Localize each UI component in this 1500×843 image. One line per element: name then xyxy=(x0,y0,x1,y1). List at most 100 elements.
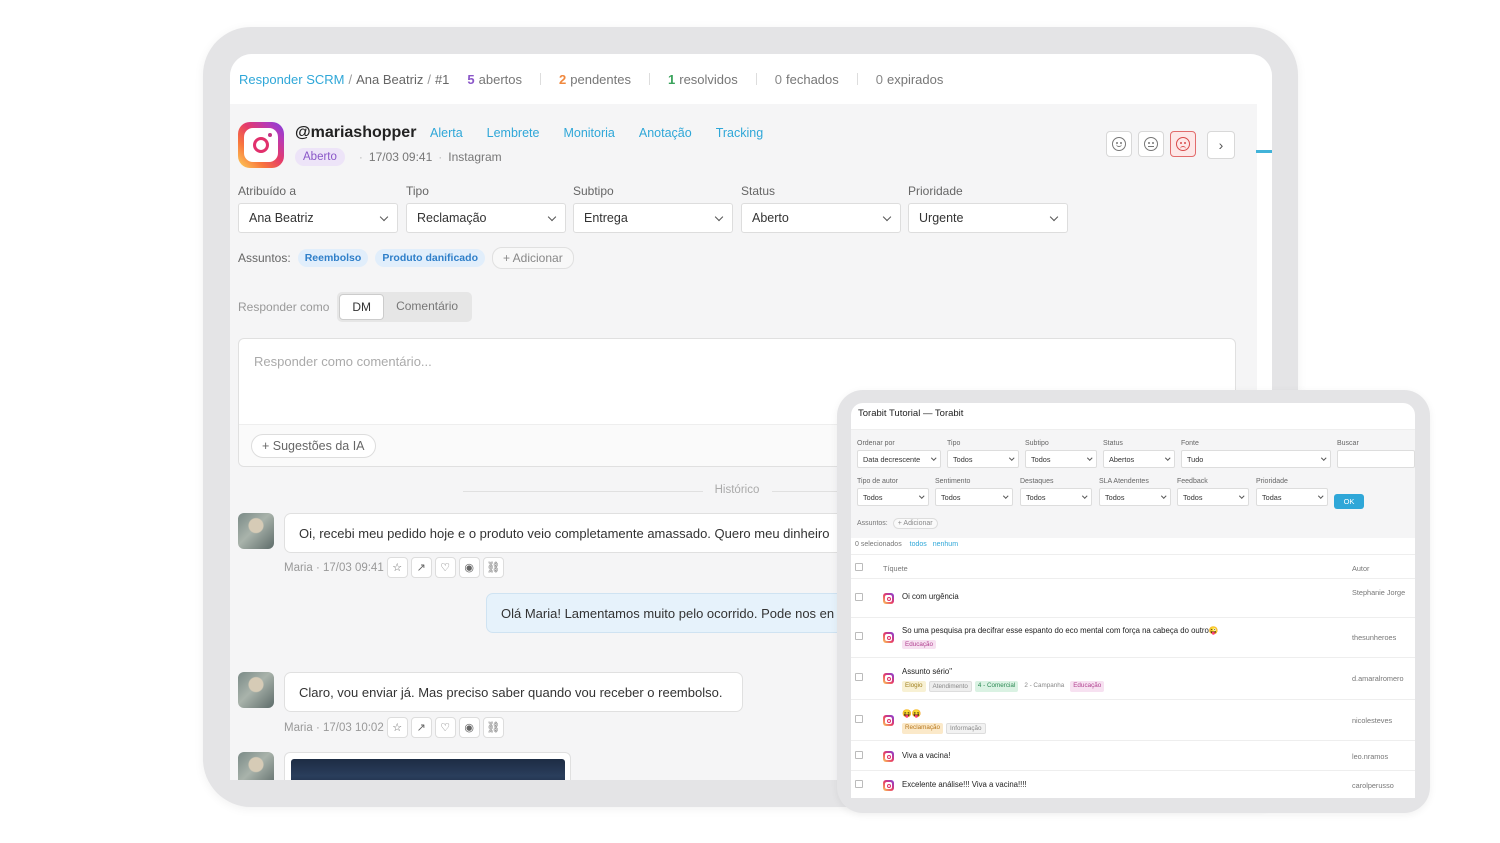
chevron-down-icon xyxy=(1049,212,1059,221)
neutral-face-icon xyxy=(1144,137,1158,151)
divider xyxy=(649,73,650,85)
assigned-select[interactable]: Ana Beatriz xyxy=(238,203,398,233)
subject-tag[interactable]: Produto danificado xyxy=(375,249,485,267)
subject-tag[interactable]: Reembolso xyxy=(297,249,369,267)
eye-icon[interactable]: ◉ xyxy=(458,557,480,578)
smile-face-icon xyxy=(1112,137,1126,151)
add-subject-button[interactable]: + Adicionar xyxy=(491,247,574,269)
subjects-row: Assuntos: Reembolso Produto danificado +… xyxy=(238,247,574,269)
next-ticket-button[interactable]: › xyxy=(1207,131,1235,159)
external-link-icon[interactable]: ↗ xyxy=(410,717,432,738)
field-status: Status Aberto xyxy=(741,184,901,233)
stat-pending[interactable]: 2 pendentes xyxy=(559,72,631,87)
select-all-checkbox[interactable] xyxy=(855,563,863,571)
search-input[interactable] xyxy=(1337,450,1415,468)
tag: Elogio xyxy=(902,681,926,692)
priority-select[interactable]: Urgente xyxy=(908,203,1068,233)
divider xyxy=(856,73,858,85)
action-tracking-link[interactable]: Tracking xyxy=(716,126,763,140)
stat-resolved[interactable]: 1 resolvidos xyxy=(668,72,738,87)
table-row[interactable]: Excelente análise!!! Viva a vacina!!!! c… xyxy=(851,771,1415,798)
filter-author-type: Tipo de autor Todos xyxy=(857,478,929,506)
status-badge: Aberto xyxy=(295,148,345,166)
table-header: Tíquete Autor xyxy=(851,554,1415,579)
stat-open[interactable]: 5 abertos xyxy=(467,72,522,87)
chevron-down-icon xyxy=(714,212,724,221)
avatar xyxy=(238,513,274,549)
tag: Educação xyxy=(902,640,937,649)
select-all-link[interactable]: todos xyxy=(910,541,927,548)
filter-search: Buscar xyxy=(1337,440,1415,468)
author-handle[interactable]: @mariashopper xyxy=(295,124,416,142)
instagram-icon xyxy=(883,751,894,762)
stat-closed[interactable]: 0 fechados xyxy=(775,72,839,87)
avatar xyxy=(238,672,274,708)
chevron-down-icon xyxy=(1164,455,1170,461)
heart-icon[interactable]: ♡ xyxy=(434,557,456,578)
action-reminder-link[interactable]: Lembrete xyxy=(487,126,540,140)
filter-status: Status Abertos xyxy=(1103,440,1175,468)
ticket-actions: Alerta Lembrete Monitoria Anotação Track… xyxy=(430,126,763,140)
chevron-down-icon xyxy=(1238,493,1244,499)
field-subtype: Subtipo Entrega xyxy=(573,184,733,233)
ticket-meta: Aberto · 17/03 09:41 · Instagram xyxy=(295,148,502,166)
action-monitoring-link[interactable]: Monitoria xyxy=(563,126,614,140)
type-select[interactable]: Reclamação xyxy=(406,203,566,233)
table-row[interactable]: 😝😝 Reclamação Informação nicolesteves xyxy=(851,700,1415,741)
field-assigned: Atribuído a Ana Beatriz xyxy=(238,184,398,233)
sentiment-positive-button[interactable] xyxy=(1106,131,1132,157)
attachment-image xyxy=(291,759,565,780)
row-checkbox[interactable] xyxy=(855,593,863,601)
image-attachment[interactable] xyxy=(284,752,571,780)
sentiment-negative-button[interactable] xyxy=(1170,131,1196,157)
status-select[interactable]: Aberto xyxy=(741,203,901,233)
subtype-select[interactable]: Entrega xyxy=(573,203,733,233)
chevron-right-icon: › xyxy=(1218,137,1224,153)
ai-suggestions-button[interactable]: + Sugestões da IA xyxy=(251,434,376,458)
tag: Atendimento xyxy=(928,681,972,692)
table-row[interactable]: Assunto sério" Elogio Atendimento 4 - Co… xyxy=(851,658,1415,700)
stat-expired[interactable]: 0 expirados xyxy=(876,72,944,87)
row-checkbox[interactable] xyxy=(855,673,863,681)
message-meta: Maria · 17/03 09:41 ☆ ↗ ♡ ◉ ⛓ xyxy=(284,557,504,578)
topbar: Responder SCRM / Ana Beatriz / #1 5 abert… xyxy=(230,54,1272,104)
select-none-link[interactable]: nenhum xyxy=(933,541,958,548)
row-checkbox[interactable] xyxy=(855,751,863,759)
instagram-icon xyxy=(238,122,284,168)
breadcrumb-app-link[interactable]: Responder SCRM xyxy=(239,72,345,87)
chevron-down-icon xyxy=(1002,493,1008,499)
action-note-link[interactable]: Anotação xyxy=(639,126,692,140)
subjects-label: Assuntos: xyxy=(238,251,291,265)
table-row[interactable]: So uma pesquisa pra decifrar esse espant… xyxy=(851,618,1415,658)
table-row[interactable]: Oi com urgência Stephanie Jorge xyxy=(851,579,1415,618)
field-type: Tipo Reclamação xyxy=(406,184,566,233)
star-icon[interactable]: ☆ xyxy=(386,557,408,578)
row-checkbox[interactable] xyxy=(855,632,863,640)
apply-filters-button[interactable]: OK xyxy=(1334,494,1364,509)
filter-subtype: Subtipo Todos xyxy=(1025,440,1097,468)
breadcrumb-ticket: #1 xyxy=(434,71,450,87)
action-alert-link[interactable]: Alerta xyxy=(430,126,463,140)
external-link-icon[interactable]: ↗ xyxy=(410,557,432,578)
table-row[interactable]: Viva a vacina! leo.nramos xyxy=(851,741,1415,771)
scroll-indicator xyxy=(1256,150,1272,153)
star-icon[interactable]: ☆ xyxy=(386,717,408,738)
ticket-source: Instagram xyxy=(448,150,502,164)
reply-dm-option[interactable]: DM xyxy=(339,294,385,320)
sentiment-neutral-button[interactable] xyxy=(1138,131,1164,157)
add-subject-button[interactable]: + Adicionar xyxy=(892,518,938,529)
row-checkbox[interactable] xyxy=(855,715,863,723)
chevron-down-icon xyxy=(1086,455,1092,461)
row-checkbox[interactable] xyxy=(855,780,863,788)
heart-icon[interactable]: ♡ xyxy=(434,717,456,738)
eye-icon[interactable]: ◉ xyxy=(458,717,480,738)
ticket-list-screen: Torabit Tutorial — Torabit Ordenar por Da… xyxy=(851,403,1415,798)
tag: Informação xyxy=(946,723,986,734)
link-icon[interactable]: ⛓ xyxy=(482,557,504,578)
link-icon[interactable]: ⛓ xyxy=(482,717,504,738)
selection-bar: 0 selecionados todos nenhum xyxy=(855,541,959,548)
filter-feedback: Feedback Todos xyxy=(1177,478,1249,506)
list-title: Torabit Tutorial — Torabit xyxy=(858,408,964,419)
reply-comment-option[interactable]: Comentário xyxy=(384,294,470,320)
chevron-down-icon xyxy=(1081,493,1087,499)
